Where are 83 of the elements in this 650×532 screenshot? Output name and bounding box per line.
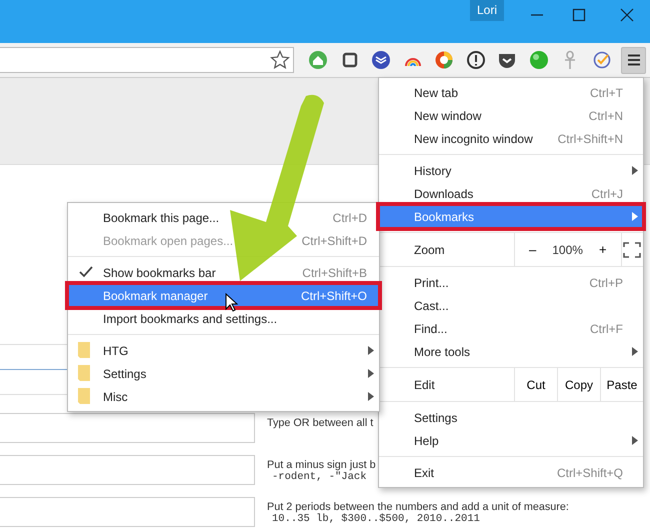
shortcut-text: Ctrl+F bbox=[590, 322, 623, 336]
menu-item-label: Help bbox=[414, 434, 439, 448]
menu-item-label: Downloads bbox=[414, 186, 474, 200]
menu-item[interactable]: New incognito window Ctrl+Shift+N bbox=[379, 127, 643, 150]
hint-text: Type OR between all t bbox=[267, 417, 374, 429]
menu-item[interactable]: Bookmark manager Ctrl+Shift+O bbox=[68, 284, 379, 307]
shortcut-text: Ctrl+N bbox=[588, 108, 623, 122]
bookmark-folder[interactable]: Misc bbox=[68, 385, 379, 408]
menu-item-label: Cast... bbox=[414, 298, 449, 312]
folder-icon bbox=[78, 388, 90, 404]
shortcut-text: Ctrl+Shift+Q bbox=[556, 466, 623, 480]
menu-item[interactable]: Find... Ctrl+F bbox=[379, 317, 643, 340]
search-field[interactable] bbox=[0, 455, 255, 485]
close-icon[interactable] bbox=[620, 8, 634, 22]
shortcut-text: Ctrl+Shift+N bbox=[558, 132, 623, 146]
menu-item[interactable]: New tab Ctrl+T bbox=[379, 81, 643, 104]
search-field[interactable] bbox=[0, 497, 255, 527]
submenu-arrow-icon bbox=[368, 346, 374, 355]
layers-icon[interactable] bbox=[371, 50, 391, 70]
menu-item-label: Bookmarks bbox=[414, 210, 474, 224]
menu-item-label: More tools bbox=[414, 344, 470, 358]
menu-item-label: Show bookmarks bar bbox=[103, 266, 216, 280]
menu-item-label: Import bookmarks and settings... bbox=[103, 312, 278, 326]
menu-item[interactable]: More tools bbox=[379, 340, 643, 363]
submenu-arrow-icon bbox=[368, 369, 374, 378]
shortcut-text: Ctrl+T bbox=[590, 86, 623, 100]
folder-icon bbox=[78, 342, 90, 358]
menu-item-label: Exit bbox=[414, 466, 434, 480]
menu-item[interactable]: Print... Ctrl+P bbox=[379, 271, 643, 294]
shortcut-text: Ctrl+D bbox=[332, 210, 367, 224]
menu-icon bbox=[626, 53, 640, 67]
shortcut-text: Ctrl+P bbox=[589, 276, 623, 290]
folder-label: Misc bbox=[103, 390, 128, 404]
menu-button[interactable] bbox=[621, 46, 646, 74]
menu-item-label: History bbox=[414, 164, 452, 178]
menu-item-label: Find... bbox=[414, 322, 448, 336]
mouse-pointer-icon bbox=[225, 293, 238, 312]
folder-label: HTG bbox=[103, 344, 128, 358]
menu-item[interactable]: Downloads Ctrl+J bbox=[379, 182, 643, 205]
menu-item[interactable]: Exit Ctrl+Shift+Q bbox=[379, 461, 643, 484]
hint-text: Put 2 periods between the numbers and add a unit of measure: bbox=[267, 501, 569, 513]
menu-item[interactable]: Bookmark this page... Ctrl+D bbox=[68, 206, 379, 229]
shortcut-text: Ctrl+J bbox=[591, 186, 623, 200]
star-icon[interactable] bbox=[270, 50, 290, 70]
house-icon[interactable] bbox=[308, 50, 328, 70]
menu-item[interactable]: Import bookmarks and settings... bbox=[68, 307, 379, 330]
menu-item-label: Print... bbox=[414, 276, 449, 290]
submenu-arrow-icon bbox=[368, 392, 374, 401]
menu-item[interactable]: Bookmarks bbox=[379, 205, 643, 228]
shortcut-text: Ctrl+Shift+O bbox=[300, 288, 367, 302]
profile-button[interactable]: Lori bbox=[470, 0, 504, 21]
edit-button[interactable]: Paste bbox=[601, 368, 643, 401]
check-circle-icon[interactable] bbox=[592, 50, 612, 70]
menu-item[interactable]: Cast... bbox=[379, 294, 643, 317]
hint-text: Put a minus sign just b bbox=[267, 459, 376, 471]
menu-item-label: New tab bbox=[414, 86, 458, 100]
menu-item[interactable]: History bbox=[379, 159, 643, 182]
shortcut-text: Ctrl+Shift+D bbox=[302, 234, 367, 248]
bookmark-folder[interactable]: HTG bbox=[68, 339, 379, 362]
menu-item[interactable]: Settings bbox=[379, 406, 643, 429]
color-wheel-icon[interactable] bbox=[434, 50, 454, 70]
shortcut-text: Ctrl+Shift+B bbox=[302, 266, 367, 280]
menu-item-label: New window bbox=[414, 108, 482, 122]
menu-item-label: Bookmark open pages... bbox=[103, 234, 234, 248]
menu-item-label: Bookmark this page... bbox=[103, 210, 220, 224]
folder-icon bbox=[78, 365, 90, 381]
menu-item-label: Settings bbox=[414, 410, 458, 424]
menu-item[interactable]: New window Ctrl+N bbox=[379, 104, 643, 127]
maximize-icon[interactable] bbox=[572, 8, 586, 22]
zoom-value: 100% bbox=[552, 242, 583, 256]
menu-item[interactable]: Show bookmarks bar Ctrl+Shift+B bbox=[68, 261, 379, 284]
folder-label: Settings bbox=[103, 366, 146, 380]
fullscreen-icon[interactable] bbox=[623, 242, 642, 258]
menu-item-label: New incognito window bbox=[414, 132, 533, 146]
hint-text: -rodent, -"Jack bbox=[271, 471, 368, 483]
menu-item-label: Bookmark manager bbox=[103, 288, 208, 302]
info-icon[interactable] bbox=[466, 50, 486, 70]
menu-item[interactable]: Help bbox=[379, 429, 643, 452]
search-field[interactable] bbox=[0, 413, 255, 443]
bookmark-folder[interactable]: Settings bbox=[68, 362, 379, 385]
zoom-out-button[interactable]: – bbox=[523, 242, 542, 257]
zoom-in-button[interactable]: + bbox=[592, 242, 613, 257]
hint-text: 10..35 lb, $300..$500, 2010..2011 bbox=[271, 513, 481, 525]
